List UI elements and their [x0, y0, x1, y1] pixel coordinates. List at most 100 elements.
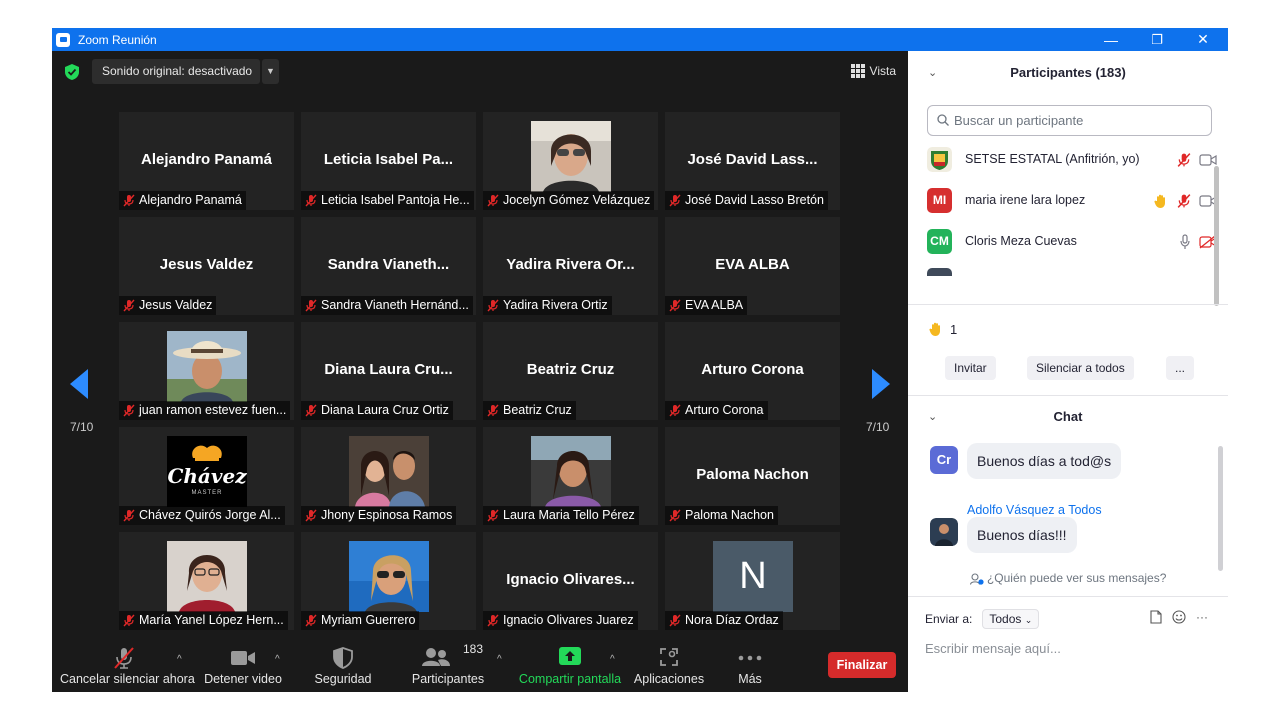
- raised-hand-icon: [929, 322, 940, 336]
- tile-label-text: Sandra Vianeth Hernánd...: [321, 298, 469, 312]
- video-tile[interactable]: Leticia Isabel Pa... Leticia Isabel Pant…: [301, 112, 476, 210]
- tile-label-text: Paloma Nachon: [685, 508, 774, 522]
- chat-message-input[interactable]: Escribir mensaje aquí...: [925, 641, 1215, 656]
- unmute-button[interactable]: Cancelar silenciar ahora: [60, 634, 195, 692]
- video-tile[interactable]: EVA ALBA EVA ALBA: [665, 217, 840, 315]
- mic-muted-icon: [114, 647, 134, 669]
- encryption-shield-icon[interactable]: [65, 64, 79, 80]
- share-options-caret[interactable]: ^: [610, 654, 615, 665]
- video-tile[interactable]: Yadira Rivera Or... Yadira Rivera Ortiz: [483, 217, 658, 315]
- video-tile[interactable]: Diana Laura Cru... Diana Laura Cruz Orti…: [301, 322, 476, 420]
- original-sound-dropdown[interactable]: ▼: [262, 59, 279, 84]
- video-tile[interactable]: Paloma Nachon Paloma Nachon: [665, 427, 840, 525]
- chat-scrollbar[interactable]: [1218, 446, 1223, 571]
- apps-button[interactable]: Aplicaciones: [632, 634, 706, 692]
- who-can-see-messages-link[interactable]: ¿Quién puede ver sus mensajes?: [908, 571, 1228, 585]
- next-page-arrow-icon[interactable]: [868, 354, 892, 414]
- video-tile[interactable]: Ignacio Olivares... Ignacio Olivares Jua…: [483, 532, 658, 630]
- participants-options-caret[interactable]: ^: [497, 654, 502, 665]
- send-to-select[interactable]: Todos ⌄: [982, 609, 1040, 629]
- meeting-toolbar: Cancelar silenciar ahora ^ Detener video…: [52, 634, 908, 692]
- participants-label: Participantes: [411, 672, 485, 686]
- video-tile[interactable]: Arturo Corona Arturo Corona: [665, 322, 840, 420]
- security-button[interactable]: Seguridad: [308, 634, 378, 692]
- raised-hand-icon: [1154, 194, 1165, 208]
- participant-row-partial: [927, 268, 1217, 276]
- original-sound-button[interactable]: Sonido original: desactivado: [92, 59, 260, 84]
- mic-muted-icon: [669, 194, 681, 207]
- participant-search-input[interactable]: Buscar un participante: [927, 105, 1212, 136]
- tile-label-text: María Yanel López Hern...: [139, 613, 284, 627]
- invite-button[interactable]: Invitar: [945, 356, 996, 380]
- meeting-area: Sonido original: desactivado ▼ Vista 7/1…: [52, 51, 908, 692]
- video-tile[interactable]: juan ramon estevez fuen...: [119, 322, 294, 420]
- tile-display-name: José David Lass...: [687, 151, 818, 168]
- video-tile[interactable]: N Nora Díaz Ordaz: [665, 532, 840, 630]
- tile-name-label: Nora Díaz Ordaz: [665, 611, 783, 630]
- more-button[interactable]: Más: [728, 634, 772, 692]
- video-camera-icon[interactable]: [1199, 154, 1217, 166]
- audio-options-caret[interactable]: ^: [177, 654, 182, 665]
- participant-row[interactable]: SETSE ESTATAL (Anfitrión, yo): [927, 145, 1217, 173]
- video-tile[interactable]: Jesus Valdez Jesus Valdez: [119, 217, 294, 315]
- video-tile[interactable]: José David Lass... José David Lasso Bret…: [665, 112, 840, 210]
- video-tile[interactable]: Laura Maria Tello Pérez: [483, 427, 658, 525]
- participants-panel-header[interactable]: ⌄ Participantes (183): [908, 61, 1228, 85]
- collapse-chat-chevron-icon[interactable]: ⌄: [928, 405, 937, 429]
- video-tile[interactable]: Myriam Guerrero: [301, 532, 476, 630]
- tile-name-label: juan ramon estevez fuen...: [119, 401, 291, 420]
- participants-scrollbar[interactable]: [1214, 166, 1219, 306]
- more-dots-icon: [738, 655, 762, 661]
- participants-button[interactable]: 183 Participantes: [408, 634, 488, 692]
- mute-all-button[interactable]: Silenciar a todos: [1027, 356, 1134, 380]
- participant-row[interactable]: CM Cloris Meza Cuevas: [927, 227, 1217, 255]
- tile-label-text: Alejandro Panamá: [139, 193, 242, 207]
- file-icon[interactable]: [1150, 610, 1162, 624]
- mic-muted-icon[interactable]: [1177, 193, 1191, 209]
- restore-button[interactable]: ❐: [1134, 28, 1180, 51]
- video-tile[interactable]: Sandra Vianeth... Sandra Vianeth Hernánd…: [301, 217, 476, 315]
- close-button[interactable]: ✕: [1180, 28, 1226, 51]
- chat-more-button[interactable]: ···: [1196, 610, 1208, 624]
- people-info-icon: [969, 573, 984, 585]
- collapse-participants-chevron-icon[interactable]: ⌄: [928, 61, 937, 85]
- participants-more-button[interactable]: ...: [1166, 356, 1195, 380]
- participant-initials-avatar: CM: [927, 228, 952, 254]
- emoji-icon[interactable]: [1172, 610, 1186, 624]
- view-button[interactable]: Vista: [847, 60, 900, 82]
- view-label: Vista: [869, 64, 896, 78]
- tile-label-text: Yadira Rivera Ortiz: [503, 298, 608, 312]
- mic-muted-icon[interactable]: [1177, 152, 1191, 168]
- chat-sender-photo: [930, 518, 958, 546]
- mic-icon[interactable]: [1179, 234, 1191, 250]
- minimize-button[interactable]: —: [1088, 28, 1134, 51]
- video-tile[interactable]: Jhony Espinosa Ramos: [301, 427, 476, 525]
- raised-hands-summary: 1: [928, 321, 957, 337]
- tile-name-label: Jhony Espinosa Ramos: [301, 506, 457, 525]
- send-to-value: Todos: [989, 612, 1022, 626]
- participant-photo: [167, 541, 247, 612]
- video-tile[interactable]: Alejandro Panamá Alejandro Panamá: [119, 112, 294, 210]
- mic-muted-icon: [487, 299, 499, 312]
- right-panel: ⌄ Participantes (183) Buscar un particip…: [908, 51, 1228, 692]
- video-options-caret[interactable]: ^: [275, 654, 280, 665]
- chat-message: Buenos días a tod@s: [967, 443, 1122, 479]
- video-tile[interactable]: Jocelyn Gómez Velázquez: [483, 112, 658, 210]
- tile-name-label: Beatriz Cruz: [483, 401, 576, 420]
- chat-panel-header[interactable]: ⌄ Chat: [908, 405, 1228, 429]
- video-tile[interactable]: Beatriz Cruz Beatriz Cruz: [483, 322, 658, 420]
- tile-name-label: José David Lasso Bretón: [665, 191, 828, 210]
- logo-text: Chávez: [167, 464, 247, 488]
- end-meeting-button[interactable]: Finalizar: [828, 652, 896, 678]
- security-shield-icon: [333, 647, 353, 669]
- mic-muted-icon: [123, 194, 135, 207]
- stop-video-button[interactable]: Detener video: [202, 634, 284, 692]
- tile-name-label: Ignacio Olivares Juarez: [483, 611, 638, 630]
- video-tile[interactable]: María Yanel López Hern...: [119, 532, 294, 630]
- previous-page-arrow-icon[interactable]: [68, 354, 92, 414]
- chat-sender-name[interactable]: Adolfo Vásquez a Todos: [967, 503, 1102, 517]
- video-tile[interactable]: Chávez MASTER Chávez Quirós Jorge Al...: [119, 427, 294, 525]
- send-to-label: Enviar a:: [925, 612, 973, 626]
- share-screen-button[interactable]: Compartir pantalla: [518, 634, 622, 692]
- participant-row[interactable]: MI maria irene lara lopez: [927, 186, 1217, 214]
